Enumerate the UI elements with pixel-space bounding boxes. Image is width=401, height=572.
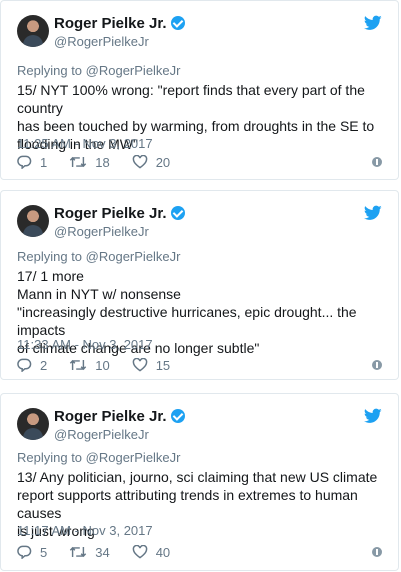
- retweet-button[interactable]: 10: [69, 357, 110, 373]
- reply-icon: [17, 155, 32, 169]
- twitter-bird-icon[interactable]: [364, 15, 382, 31]
- like-button[interactable]: 20: [132, 155, 170, 170]
- retweet-icon: [70, 546, 87, 558]
- info-icon[interactable]: [372, 547, 382, 557]
- heart-icon: [132, 155, 147, 169]
- replying-to[interactable]: Replying to @RogerPielkeJr: [17, 63, 181, 78]
- reply-icon: [17, 545, 32, 559]
- author-name[interactable]: Roger Pielke Jr.: [54, 205, 185, 222]
- heart-icon: [132, 358, 147, 372]
- retweet-count: 18: [95, 154, 110, 170]
- like-count: 15: [155, 357, 171, 373]
- retweet-icon: [70, 359, 87, 371]
- timestamp[interactable]: 11:25 AM - Nov 3, 2017: [17, 136, 153, 151]
- twitter-bird-icon[interactable]: [364, 205, 382, 221]
- retweet-button[interactable]: 34: [69, 544, 110, 560]
- tweet-card[interactable]: Roger Pielke Jr. @RogerPielkeJr Replying…: [0, 393, 399, 571]
- author-name[interactable]: Roger Pielke Jr.: [54, 15, 185, 32]
- retweet-count: 10: [95, 357, 110, 373]
- info-icon[interactable]: [372, 360, 382, 370]
- reply-icon: [17, 358, 32, 372]
- retweet-icon: [70, 156, 87, 168]
- reply-button[interactable]: 2: [17, 358, 47, 373]
- action-bar: 5 34 40: [17, 543, 382, 561]
- avatar[interactable]: [17, 15, 49, 47]
- like-count: 40: [155, 544, 171, 560]
- replying-to[interactable]: Replying to @RogerPielkeJr: [17, 249, 181, 264]
- verified-badge-icon: [170, 16, 185, 30]
- reply-button[interactable]: 1: [17, 155, 47, 170]
- timestamp[interactable]: 11:17 AM - Nov 3, 2017: [17, 523, 153, 538]
- reply-button[interactable]: 5: [17, 545, 47, 560]
- retweet-count: 34: [95, 544, 110, 560]
- author-name[interactable]: Roger Pielke Jr.: [54, 408, 185, 425]
- like-button[interactable]: 40: [132, 545, 170, 560]
- info-icon[interactable]: [372, 157, 382, 167]
- tweet-card[interactable]: Roger Pielke Jr. @RogerPielkeJr Replying…: [0, 0, 399, 180]
- heart-icon: [132, 545, 147, 559]
- reply-count: 2: [40, 357, 48, 373]
- reply-count: 5: [40, 544, 48, 560]
- avatar[interactable]: [17, 408, 49, 440]
- tweet-card[interactable]: Roger Pielke Jr. @RogerPielkeJr Replying…: [0, 190, 399, 380]
- action-bar: 2 10 15: [17, 356, 382, 374]
- author-handle[interactable]: @RogerPielkeJr: [54, 34, 149, 49]
- like-button[interactable]: 15: [132, 358, 170, 373]
- twitter-bird-icon[interactable]: [364, 408, 382, 424]
- reply-count: 1: [40, 154, 48, 170]
- replying-to[interactable]: Replying to @RogerPielkeJr: [17, 450, 181, 465]
- verified-badge-icon: [170, 409, 185, 423]
- like-count: 20: [155, 154, 171, 170]
- author-handle[interactable]: @RogerPielkeJr: [54, 224, 149, 239]
- timestamp[interactable]: 11:33 AM - Nov 3, 2017: [17, 337, 153, 352]
- author-handle[interactable]: @RogerPielkeJr: [54, 427, 149, 442]
- verified-badge-icon: [170, 206, 185, 220]
- action-bar: 1 18 20: [17, 153, 382, 171]
- avatar[interactable]: [17, 205, 49, 237]
- retweet-button[interactable]: 18: [69, 154, 110, 170]
